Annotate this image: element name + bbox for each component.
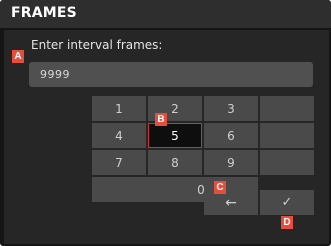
key-blank-2 xyxy=(260,123,314,148)
menu-title: FRAMES xyxy=(11,5,77,21)
key-7[interactable]: 7 xyxy=(92,150,146,175)
confirm-key[interactable]: ✓ xyxy=(260,190,314,215)
entry-prompt: Enter interval frames: xyxy=(31,38,163,52)
camera-screen: FRAMES Enter interval frames: 9999 1 2 3… xyxy=(0,0,331,246)
key-blank-1 xyxy=(260,96,314,121)
callout-b: B xyxy=(155,113,167,126)
key-6[interactable]: 6 xyxy=(204,123,258,148)
key-4[interactable]: 4 xyxy=(92,123,146,148)
menu-header: FRAMES xyxy=(0,0,331,28)
key-blank-3 xyxy=(260,150,314,175)
key-5[interactable]: 5 xyxy=(148,123,202,148)
backspace-icon: ← xyxy=(225,194,237,211)
key-3[interactable]: 3 xyxy=(204,96,258,121)
key-1[interactable]: 1 xyxy=(92,96,146,121)
backspace-key[interactable]: ← xyxy=(204,190,258,215)
key-9[interactable]: 9 xyxy=(204,150,258,175)
confirm-check-icon: ✓ xyxy=(281,195,293,210)
interval-frames-input[interactable]: 9999 xyxy=(29,62,313,87)
callout-d: D xyxy=(281,216,293,229)
key-8[interactable]: 8 xyxy=(148,150,202,175)
callout-a: A xyxy=(12,50,24,63)
callout-c: C xyxy=(214,181,226,194)
interval-frames-value: 9999 xyxy=(40,68,70,81)
